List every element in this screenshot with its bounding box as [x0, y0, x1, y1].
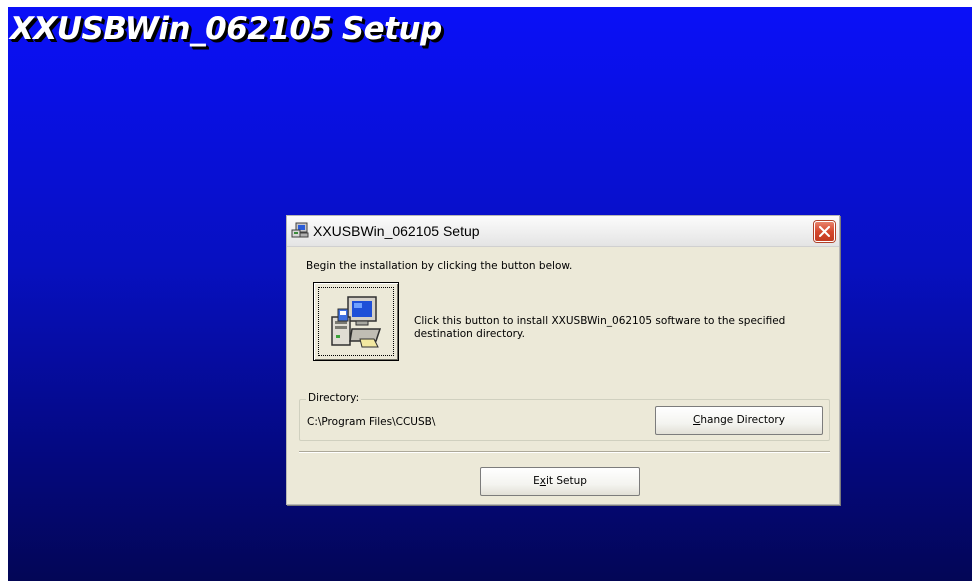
dialog-title: XXUSBWin_062105 Setup	[313, 223, 480, 239]
change-directory-label: hange Directory	[700, 414, 785, 426]
change-directory-button[interactable]: Change Directory	[655, 406, 823, 435]
directory-label: Directory:	[306, 392, 362, 404]
exit-setup-label: it Setup	[545, 475, 587, 487]
exit-setup-button[interactable]: Exit Setup	[480, 467, 640, 496]
backdrop-title: XXUSBWin_062105 Setup	[10, 11, 442, 47]
setup-computer-icon	[291, 222, 309, 239]
install-instruction: Begin the installation by clicking the b…	[306, 260, 573, 272]
close-icon	[819, 226, 830, 237]
install-description: Click this button to install XXUSBWin_06…	[414, 315, 786, 340]
exit-setup-prefix: E	[533, 475, 540, 487]
install-button[interactable]	[313, 282, 399, 361]
close-button[interactable]	[814, 221, 835, 242]
computer-install-icon	[331, 296, 382, 348]
setup-dialog: XXUSBWin_062105 Setup Begin the installa…	[286, 215, 840, 505]
dialog-titlebar[interactable]: XXUSBWin_062105 Setup	[287, 216, 839, 247]
separator	[299, 451, 830, 453]
directory-path: C:\Program Files\CCUSB\	[307, 416, 436, 428]
